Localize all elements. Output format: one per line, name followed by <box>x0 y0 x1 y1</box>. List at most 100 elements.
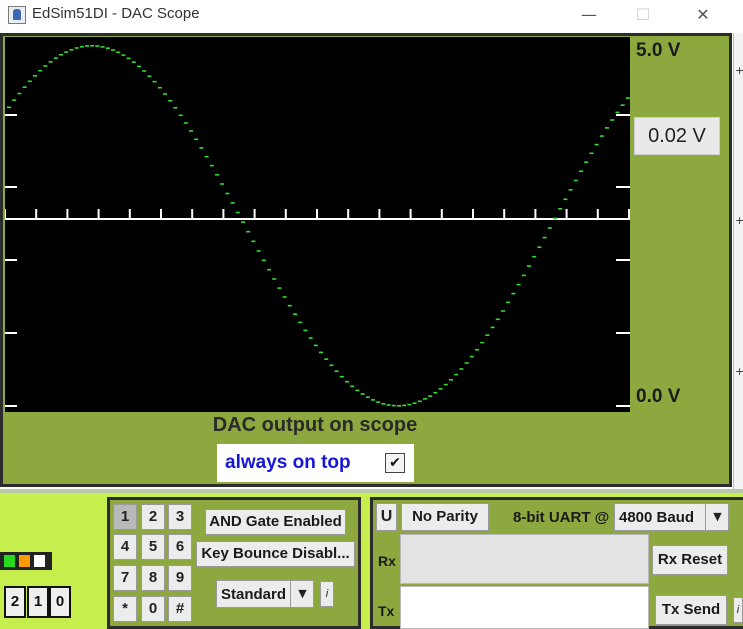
scope-trace-sample <box>355 389 360 392</box>
scope-trace-sample <box>287 304 292 307</box>
scope-trace-sample <box>43 65 48 67</box>
scope-trace-sample <box>397 405 401 407</box>
keypad-key[interactable]: 1 <box>113 504 137 530</box>
expand-icon[interactable]: + <box>735 214 743 227</box>
keypad-key[interactable]: 2 <box>141 504 165 530</box>
keypad-key[interactable]: 7 <box>113 565 137 591</box>
key-bounce-button[interactable]: Key Bounce Disabl... <box>196 541 355 567</box>
scope-trace-sample <box>277 287 282 289</box>
expand-icon[interactable]: + <box>735 64 743 77</box>
scope-trace-sample <box>256 250 261 252</box>
scope-caption: DAC output on scope <box>212 414 418 436</box>
uart-mode-label: 8-bit UART @ <box>513 509 610 526</box>
keypad-key[interactable]: # <box>168 596 192 622</box>
scope-trace-sample <box>625 97 630 99</box>
scope-trace-sample <box>235 211 240 214</box>
scope-trace-sample <box>485 334 490 336</box>
uart-u-button[interactable]: U <box>376 503 397 531</box>
and-gate-button[interactable]: AND Gate Enabled <box>205 509 346 535</box>
keypad-info-button[interactable]: i <box>320 581 334 607</box>
close-button[interactable]: ✕ <box>680 0 726 30</box>
scope-trace-sample <box>324 358 329 360</box>
minimize-button[interactable]: — <box>566 0 612 30</box>
scope-trace-sample <box>95 45 100 47</box>
led-orange <box>19 555 30 567</box>
scope-trace-sample <box>282 296 287 298</box>
scope-trace-sample <box>475 349 479 351</box>
keypad-key[interactable]: 6 <box>168 534 192 560</box>
chevron-down-icon[interactable]: ▼ <box>290 581 314 607</box>
uart-info-button[interactable]: i <box>733 597 743 623</box>
keypad-key[interactable]: 4 <box>113 534 137 560</box>
scope-trace-sample <box>563 198 568 201</box>
scope-trace-sample <box>381 403 386 405</box>
tx-input-field[interactable] <box>400 586 649 629</box>
scope-trace-sample <box>100 46 105 48</box>
maximize-button[interactable]: ☐ <box>620 0 666 30</box>
scope-trace-sample <box>225 192 230 195</box>
window-title: EdSim51DI - DAC Scope <box>32 5 200 22</box>
scope-trace-sample <box>204 155 209 158</box>
keypad-key[interactable]: 3 <box>168 504 192 530</box>
scope-trace-sample <box>558 208 563 210</box>
scope-trace-sample <box>303 329 308 332</box>
scope-trace-sample <box>142 70 147 72</box>
keypad-mode-select[interactable]: Standard ▼ <box>216 580 314 608</box>
always-on-top-label[interactable]: always on top <box>225 452 351 474</box>
scope-trace-sample <box>423 398 427 400</box>
scope-trace-sample <box>407 403 412 406</box>
scope-trace-sample <box>209 164 214 167</box>
keypad-key[interactable]: 8 <box>141 565 165 591</box>
scope-trace-sample <box>22 86 27 88</box>
scope-trace-sample <box>329 364 334 367</box>
scope-trace-sample <box>402 404 407 407</box>
scope-min-voltage-label: 0.0 V <box>636 386 681 407</box>
scope-trace-sample <box>131 61 136 63</box>
keypad-key[interactable]: 0 <box>141 596 165 622</box>
always-on-top-option[interactable]: always on top ✔ <box>217 444 414 482</box>
scope-trace-sample <box>506 301 511 304</box>
scope-trace-sample <box>412 402 417 404</box>
scope-trace-sample <box>594 143 599 146</box>
scope-trace-sample <box>126 57 131 60</box>
scope-trace-sample <box>579 170 583 172</box>
scope-trace-sample <box>267 268 271 271</box>
scope-trace-sample <box>7 106 11 109</box>
scope-trace-sample <box>220 183 225 185</box>
led-bar <box>0 552 52 570</box>
keypad-key[interactable]: 5 <box>141 534 165 560</box>
scope-trace-sample <box>417 400 422 403</box>
digit-display: 0 <box>49 586 71 618</box>
scope-trace-sample <box>105 47 110 49</box>
scope-trace-sample <box>298 321 303 324</box>
parity-button[interactable]: No Parity <box>401 503 489 531</box>
expand-icon[interactable]: + <box>735 365 743 378</box>
scope-trace-sample <box>241 221 245 223</box>
scope-trace-sample <box>17 92 22 95</box>
scope-trace-sample <box>59 54 63 56</box>
keypad-key[interactable]: 9 <box>168 565 192 591</box>
scope-trace-sample <box>189 130 193 132</box>
rx-reset-button[interactable]: Rx Reset <box>652 545 728 575</box>
scope-trace-sample <box>449 379 453 381</box>
scope-trace-sample <box>215 174 219 176</box>
scope-trace-sample <box>360 393 365 395</box>
volts-per-division-button[interactable]: 0.02 V <box>634 117 720 155</box>
scope-trace-sample <box>610 119 615 121</box>
scope-trace-sample <box>605 127 609 129</box>
baud-rate-select[interactable]: 4800 Baud ▼ <box>614 503 729 531</box>
scope-trace-sample <box>116 51 121 54</box>
tx-send-button[interactable]: Tx Send <box>655 595 727 625</box>
scope-max-voltage-label: 5.0 V <box>636 40 681 61</box>
keypad-key[interactable]: * <box>113 596 137 622</box>
scope-trace-sample <box>553 217 557 220</box>
always-on-top-checkbox[interactable]: ✔ <box>385 453 405 473</box>
digit-display: 1 <box>27 586 49 618</box>
scope-trace-sample <box>542 236 547 239</box>
scope-trace-sample <box>178 114 183 117</box>
scope-trace-sample <box>293 313 297 315</box>
chevron-down-icon[interactable]: ▼ <box>705 504 729 530</box>
scope-trace-sample <box>537 246 542 248</box>
scope-trace-sample <box>459 368 464 370</box>
scope-trace-sample <box>391 404 396 407</box>
